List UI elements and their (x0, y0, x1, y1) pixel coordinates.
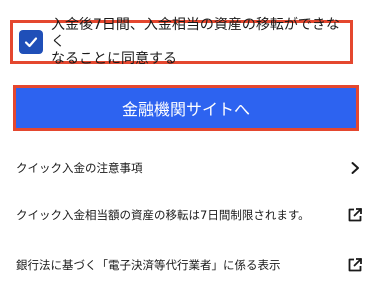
external-link-icon (347, 257, 363, 273)
chevron-right-icon (347, 160, 363, 176)
link-banking-act-disclosure[interactable]: 銀行法に基づく「電子決済等代行業者」に係る表示 (16, 253, 363, 277)
link-label: 銀行法に基づく「電子決済等代行業者」に係る表示 (16, 258, 281, 272)
link-label: クイック入金の注意事項 (16, 161, 143, 175)
external-link-icon (347, 207, 363, 223)
consent-label: 入金後7日間、入金相当の資産の移転ができなく なることに同意する (51, 16, 340, 67)
link-transfer-restriction[interactable]: クイック入金相当額の資産の移転は7日間制限されます。 (16, 203, 363, 227)
link-label: クイック入金相当額の資産の移転は7日間制限されます。 (16, 208, 310, 222)
consent-checkbox[interactable] (19, 30, 43, 54)
checkmark-icon (24, 37, 38, 48)
go-to-bank-button[interactable]: 金融機関サイトへ (13, 85, 359, 131)
consent-checkbox-row[interactable]: 入金後7日間、入金相当の資産の移転ができなく なることに同意する (10, 17, 353, 67)
quick-deposit-panel: 入金後7日間、入金相当の資産の移転ができなく なることに同意する 金融機関サイト… (0, 0, 375, 291)
link-quick-deposit-notes[interactable]: クイック入金の注意事項 (16, 156, 363, 180)
